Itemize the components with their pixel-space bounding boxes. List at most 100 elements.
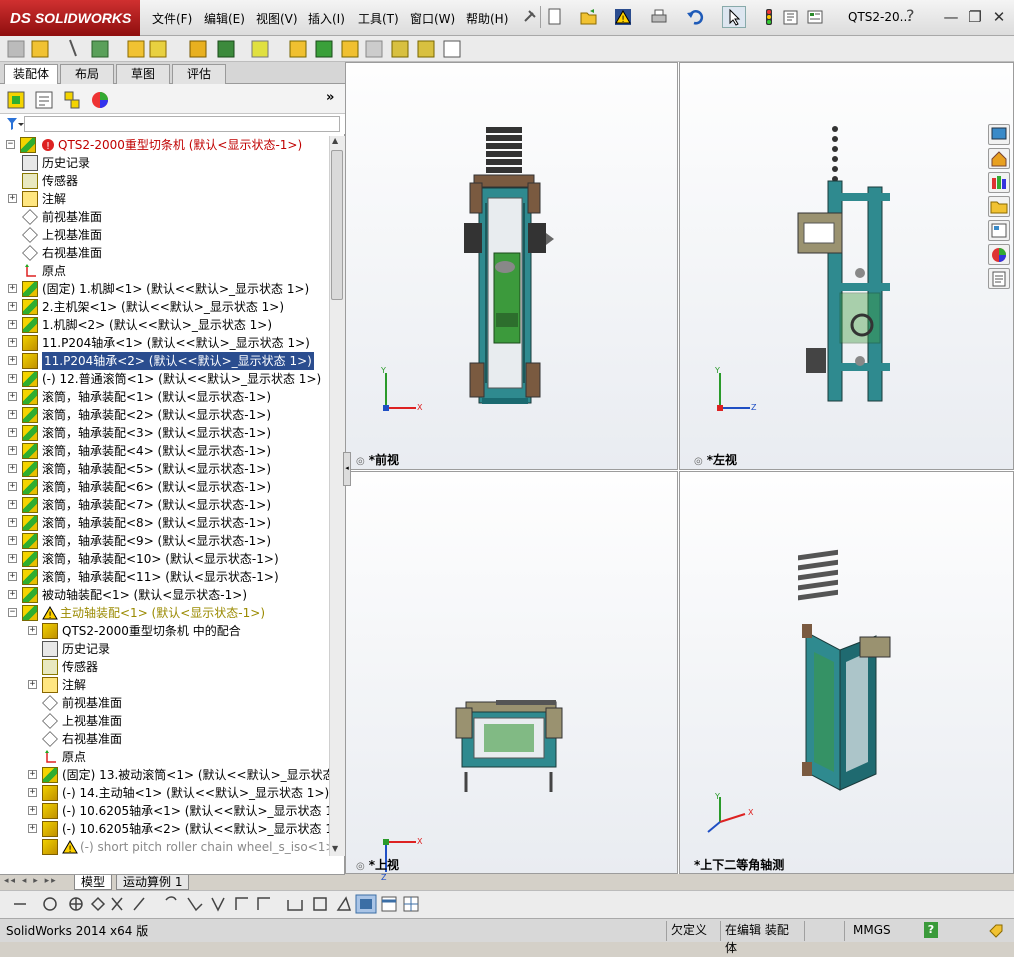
expand-toggle-icon[interactable]: + (8, 284, 17, 293)
tree-item[interactable]: 前视基准面 (0, 208, 329, 226)
expand-toggle-icon[interactable]: + (28, 824, 37, 833)
expand-toggle-icon[interactable]: + (8, 572, 17, 581)
restore-icon[interactable]: ❐ (966, 8, 984, 26)
tree-item[interactable]: + 滚筒，轴承装配<11> (默认<显示状态-1>) (0, 568, 329, 586)
expand-toggle-icon[interactable]: + (8, 320, 17, 329)
file-properties-icon[interactable] (782, 8, 800, 29)
expand-toggle-icon[interactable]: + (8, 590, 17, 599)
tree-item[interactable]: + 滚筒，轴承装配<2> (默认<显示状态-1>) (0, 406, 329, 424)
tree-item[interactable]: + (-) 10.6205轴承<1> (默认<<默认>_显示状态 1>) (0, 802, 329, 820)
expand-toggle-icon[interactable]: + (8, 410, 17, 419)
scroll-down-icon[interactable]: ▼ (332, 844, 338, 853)
tree-item[interactable]: +1.机脚<2> (默认<<默认>_显示状态 1>) (0, 316, 329, 334)
filter-input[interactable] (24, 116, 340, 132)
units-selector[interactable]: MMGS (844, 921, 918, 941)
tree-item[interactable]: + (-) 10.6205轴承<2> (默认<<默认>_显示状态 1>) (0, 820, 329, 838)
file-explorer-icon[interactable] (988, 196, 1010, 217)
tree-item[interactable]: +11.P204轴承<2> (默认<<默认>_显示状态 1>) (0, 352, 329, 370)
view-palette-icon[interactable] (988, 220, 1010, 241)
tree-item[interactable]: + (-) 14.主动轴<1> (默认<<默认>_显示状态 1>) (0, 784, 329, 802)
expand-toggle-icon[interactable]: − (8, 608, 17, 617)
feature-manager-icon[interactable] (6, 90, 26, 110)
tree-item[interactable]: + 滚筒，轴承装配<9> (默认<显示状态-1>) (0, 532, 329, 550)
tree-item[interactable]: + 滚筒，轴承装配<7> (默认<显示状态-1>) (0, 496, 329, 514)
tree-item[interactable]: + 滚筒，轴承装配<1> (默认<显示状态-1>) (0, 388, 329, 406)
tab-evaluate[interactable]: 评估 (172, 64, 226, 84)
print-icon[interactable] (650, 8, 668, 29)
options-icon[interactable] (806, 8, 824, 29)
expand-toggle-icon[interactable]: + (28, 788, 37, 797)
expand-toggle-icon[interactable]: + (28, 626, 37, 635)
rebuild-icon[interactable] (760, 8, 778, 29)
expand-toggle-icon[interactable]: + (8, 536, 17, 545)
collapse-panel-icon[interactable]: ◂ (343, 452, 351, 486)
tree-item[interactable]: + 被动轴装配<1> (默认<显示状态-1>) (0, 586, 329, 604)
pin-icon[interactable] (520, 8, 538, 26)
graphics-area[interactable]: ▼ ▼ ▼ ▼ ▼ (345, 62, 1014, 882)
tree-item[interactable]: −! QTS2-2000重型切条机 (默认<显示状态-1>) (0, 136, 329, 154)
minimize-icon[interactable]: — (942, 8, 960, 26)
home-icon[interactable] (988, 148, 1010, 169)
tab-assembly[interactable]: 装配体 (4, 64, 58, 85)
menu-item[interactable]: 编辑(E) (204, 10, 245, 27)
tree-scroll-thumb[interactable] (331, 150, 343, 300)
tree-item[interactable]: ! (-) short pitch roller chain wheel_s_is… (0, 838, 329, 856)
menu-item[interactable]: 帮助(H) (466, 10, 508, 27)
viewport-left[interactable]: Y Z ◎ *左视 (679, 62, 1014, 470)
expand-toggle-icon[interactable]: + (28, 680, 37, 689)
tree-item[interactable]: + (固定) 13.被动滚筒<1> (默认<<默认>_显示状态 1> (0, 766, 329, 784)
expand-toggle-icon[interactable]: + (8, 428, 17, 437)
tree-item[interactable]: 右视基准面 (0, 244, 329, 262)
viewport-top[interactable]: Z X ◎ *上视 (345, 471, 678, 882)
rebuild-warning-icon[interactable]: ! (614, 8, 632, 29)
expand-toggle-icon[interactable]: + (8, 464, 17, 473)
configuration-manager-icon[interactable] (62, 90, 82, 110)
new-document-icon[interactable] (546, 8, 564, 29)
help-icon[interactable]: ? (906, 6, 915, 25)
tree-item[interactable]: 上视基准面 (0, 226, 329, 244)
expand-toggle-icon[interactable]: + (8, 500, 17, 509)
tree-item[interactable]: + (-) 12.普通滚筒<1> (默认<<默认>_显示状态 1>) (0, 370, 329, 388)
close-icon[interactable]: ✕ (990, 8, 1008, 26)
tree-item[interactable]: +11.P204轴承<1> (默认<<默认>_显示状态 1>) (0, 334, 329, 352)
expand-toggle-icon[interactable]: + (8, 482, 17, 491)
tree-item[interactable]: + 滚筒，轴承装配<4> (默认<显示状态-1>) (0, 442, 329, 460)
tree-item[interactable]: +2.主机架<1> (默认<<默认>_显示状态 1>) (0, 298, 329, 316)
expand-panel-icon[interactable]: » (326, 90, 334, 105)
tree-item[interactable]: + 滚筒，轴承装配<10> (默认<显示状态-1>) (0, 550, 329, 568)
display-manager-icon[interactable] (90, 90, 110, 110)
solidworks-resources-icon[interactable] (988, 124, 1010, 145)
tree-item[interactable]: + QTS2-2000重型切条机 中的配合 (0, 622, 329, 640)
expand-toggle-icon[interactable]: + (8, 554, 17, 563)
tree-item[interactable]: + 注解 (0, 190, 329, 208)
solidworks-logo[interactable]: DS SOLIDWORKS (0, 0, 140, 36)
tree-item[interactable]: + 滚筒，轴承装配<3> (默认<显示状态-1>) (0, 424, 329, 442)
help-status-icon[interactable]: ? (924, 922, 938, 938)
select-icon[interactable] (722, 6, 746, 28)
design-library-icon[interactable] (988, 172, 1010, 193)
custom-properties-icon[interactable] (988, 268, 1010, 289)
undo-icon[interactable] (686, 8, 704, 29)
expand-toggle-icon[interactable]: + (8, 392, 17, 401)
tab-motion-study[interactable]: 运动算例 1 (116, 875, 190, 890)
expand-toggle-icon[interactable]: − (6, 140, 15, 149)
scroll-up-icon[interactable]: ▲ (332, 136, 338, 145)
tree-item[interactable]: 历史记录 (0, 640, 329, 658)
expand-toggle-icon[interactable]: + (8, 194, 17, 203)
tab-layout[interactable]: 布局 (60, 64, 114, 84)
tree-item[interactable]: −! 主动轴装配<1> (默认<显示状态-1>) (0, 604, 329, 622)
tree-item[interactable]: + (固定) 1.机脚<1> (默认<<默认>_显示状态 1>) (0, 280, 329, 298)
menu-item[interactable]: 文件(F) (152, 10, 192, 27)
open-icon[interactable] (580, 8, 598, 29)
menu-item[interactable]: 窗口(W) (410, 10, 455, 27)
tree-item[interactable]: + 滚筒，轴承装配<8> (默认<显示状态-1>) (0, 514, 329, 532)
menu-item[interactable]: 插入(I) (308, 10, 345, 27)
tree-item[interactable]: 历史记录 (0, 154, 329, 172)
expand-toggle-icon[interactable]: + (28, 806, 37, 815)
tree-item[interactable]: 上视基准面 (0, 712, 329, 730)
expand-toggle-icon[interactable]: + (8, 356, 17, 365)
expand-toggle-icon[interactable]: + (8, 302, 17, 311)
expand-toggle-icon[interactable]: + (28, 770, 37, 779)
expand-toggle-icon[interactable]: + (8, 338, 17, 347)
tab-sketch[interactable]: 草图 (116, 64, 170, 84)
